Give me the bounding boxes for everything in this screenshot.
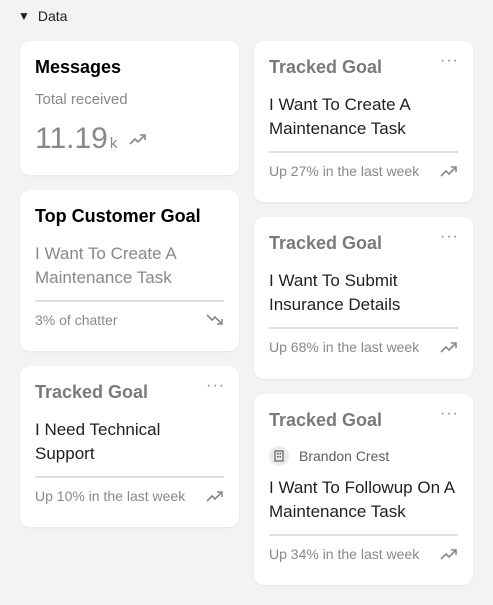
goal-text: I Want To Create A Maintenance Task xyxy=(35,244,176,287)
card-title: Messages xyxy=(35,57,122,77)
tracked-goal-card[interactable]: Tracked Goal ··· I Want To Submit Insura… xyxy=(254,217,473,379)
metric-number: 11.19 xyxy=(35,122,108,155)
divider xyxy=(269,151,458,153)
trending-up-icon xyxy=(206,490,224,502)
top-customer-goal-card[interactable]: Top Customer Goal I Want To Create A Mai… xyxy=(20,190,239,351)
trending-up-icon xyxy=(440,165,458,177)
footer-text: 3% of chatter xyxy=(35,312,118,328)
building-icon xyxy=(269,446,289,466)
card-title: Top Customer Goal xyxy=(35,206,201,226)
left-column: Messages Total received 11.19 k Top Cust… xyxy=(20,41,239,527)
goal-owner: Brandon Crest xyxy=(269,446,458,466)
footer-text: Up 68% in the last week xyxy=(269,339,420,355)
card-title: Tracked Goal xyxy=(269,233,383,253)
caret-down-icon: ▼ xyxy=(18,9,30,23)
divider xyxy=(35,476,224,478)
footer-text: Up 34% in the last week xyxy=(269,546,420,562)
footer-text: Up 10% in the last week xyxy=(35,488,186,504)
card-subtitle: Total received xyxy=(35,91,128,108)
card-footer: Up 68% in the last week xyxy=(269,339,458,355)
card-footer: Up 10% in the last week xyxy=(35,488,224,504)
card-title: Tracked Goal xyxy=(269,410,383,430)
card-footer: Up 34% in the last week xyxy=(269,546,458,562)
trending-up-icon xyxy=(440,341,458,353)
trending-down-icon xyxy=(206,314,224,326)
tracked-goal-card[interactable]: Tracked Goal ··· I Need Technical Suppor… xyxy=(20,366,239,527)
divider xyxy=(269,327,458,329)
trending-up-icon xyxy=(129,133,147,145)
goal-text: I Want To Submit Insurance Details xyxy=(269,271,401,314)
metric-value: 11.19 k xyxy=(35,122,224,156)
card-title: Tracked Goal xyxy=(269,57,383,77)
card-footer: 3% of chatter xyxy=(35,312,224,328)
more-icon[interactable]: ··· xyxy=(440,53,459,69)
owner-name: Brandon Crest xyxy=(299,448,390,464)
section-title: Data xyxy=(37,8,68,24)
messages-card[interactable]: Messages Total received 11.19 k xyxy=(20,41,239,175)
tracked-goal-card[interactable]: Tracked Goal ··· Brandon Crest I Want To… xyxy=(254,394,473,585)
more-icon[interactable]: ··· xyxy=(206,378,225,394)
divider xyxy=(35,300,224,302)
more-icon[interactable]: ··· xyxy=(440,229,459,245)
metric-suffix: k xyxy=(109,135,118,152)
goal-text: I Want To Create A Maintenance Task xyxy=(269,95,410,138)
goal-text: I Need Technical Support xyxy=(35,420,161,463)
divider xyxy=(269,534,458,536)
right-column: Tracked Goal ··· I Want To Create A Main… xyxy=(254,41,473,585)
card-footer: Up 27% in the last week xyxy=(269,163,458,179)
card-title: Tracked Goal xyxy=(35,382,149,402)
section-header-data[interactable]: ▼ Data xyxy=(18,8,67,24)
trending-up-icon xyxy=(440,548,458,560)
footer-text: Up 27% in the last week xyxy=(269,163,420,179)
goal-text: I Want To Followup On A Maintenance Task xyxy=(269,478,455,521)
tracked-goal-card[interactable]: Tracked Goal ··· I Want To Create A Main… xyxy=(254,41,473,202)
more-icon[interactable]: ··· xyxy=(440,406,459,422)
